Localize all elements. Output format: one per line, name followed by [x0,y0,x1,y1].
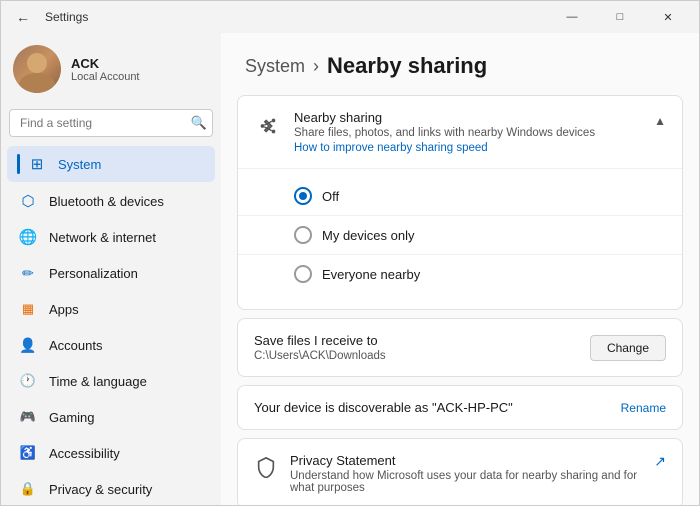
sidebar-item-accessibility[interactable]: ♿ Accessibility [7,436,215,470]
external-link-icon[interactable]: ↗ [654,453,666,470]
sidebar-item-system[interactable]: ⊞ System [7,146,215,182]
privacy-icon: 🔒 [19,480,37,498]
user-type: Local Account [71,71,209,83]
avatar-image [13,45,61,93]
window-title: Settings [45,10,88,24]
sidebar-item-accounts[interactable]: 👤 Accounts [7,328,215,362]
sidebar-item-network[interactable]: 🌐 Network & internet [7,220,215,254]
title-bar-left: ← Settings [9,3,549,31]
personalization-label: Personalization [49,266,138,281]
maximize-button[interactable]: □ [597,1,643,33]
radio-everyone-circle[interactable] [294,265,312,283]
nearby-sharing-link[interactable]: How to improve nearby sharing speed [294,142,488,154]
sidebar: ACK Local Account 🔍 ⊞ System ⬡ Bluetooth… [1,33,221,505]
sidebar-item-time[interactable]: 🕐 Time & language [7,364,215,398]
gaming-label: Gaming [49,410,95,425]
change-button[interactable]: Change [590,335,666,361]
active-indicator [17,154,20,174]
privacy-info: Privacy Statement Understand how Microso… [290,453,642,494]
accounts-label: Accounts [49,338,102,353]
system-icon: ⊞ [28,155,46,173]
breadcrumb-separator: › [313,56,319,77]
radio-everyone-label: Everyone nearby [322,267,420,282]
nearby-sharing-desc: Share files, photos, and links with near… [294,127,642,139]
nearby-sharing-info: Nearby sharing Share files, photos, and … [294,110,642,154]
radio-my-devices-circle[interactable] [294,226,312,244]
settings-window: ← Settings — □ ✕ ACK Local Account [0,0,700,506]
page-header: System › Nearby sharing [221,33,699,95]
system-label: System [58,157,101,172]
radio-everyone[interactable]: Everyone nearby [294,255,666,293]
radio-off-label: Off [322,189,339,204]
radio-off-inner [299,192,307,200]
sidebar-item-apps[interactable]: ▦ Apps [7,292,215,326]
time-label: Time & language [49,374,147,389]
privacy-title: Privacy Statement [290,453,642,468]
title-bar: ← Settings — □ ✕ [1,1,699,33]
nearby-sharing-options: Off My devices only Everyone nearby [238,168,682,309]
content-area: ACK Local Account 🔍 ⊞ System ⬡ Bluetooth… [1,33,699,505]
nearby-sharing-header[interactable]: Nearby sharing Share files, photos, and … [238,96,682,168]
shield-icon [254,455,278,479]
save-files-title: Save files I receive to [254,333,386,348]
sidebar-item-personalization[interactable]: ✏ Personalization [7,256,215,290]
time-icon: 🕐 [19,372,37,390]
radio-my-devices-label: My devices only [322,228,414,243]
privacy-label: Privacy & security [49,482,152,497]
save-files-path: C:\Users\ACK\Downloads [254,350,386,362]
minimize-button[interactable]: — [549,1,595,33]
user-name: ACK [71,56,209,71]
accessibility-icon: ♿ [19,444,37,462]
personalization-icon: ✏ [19,264,37,282]
window-controls: — □ ✕ [549,1,691,33]
accessibility-label: Accessibility [49,446,120,461]
rename-button[interactable]: Rename [621,401,666,415]
sidebar-item-bluetooth[interactable]: ⬡ Bluetooth & devices [7,184,215,218]
main-body: Nearby sharing Share files, photos, and … [221,95,699,505]
user-info: ACK Local Account [71,56,209,83]
save-files-info: Save files I receive to C:\Users\ACK\Dow… [254,333,386,362]
avatar [13,45,61,93]
apps-icon: ▦ [19,300,37,318]
nearby-sharing-icon [254,112,282,140]
bluetooth-label: Bluetooth & devices [49,194,164,209]
search-box: 🔍 [9,109,213,137]
sidebar-item-gaming[interactable]: 🎮 Gaming [7,400,215,434]
user-section[interactable]: ACK Local Account [1,33,221,105]
network-label: Network & internet [49,230,156,245]
discoverable-text: Your device is discoverable as "ACK-HP-P… [254,400,513,415]
bluetooth-icon: ⬡ [19,192,37,210]
network-icon: 🌐 [19,228,37,246]
nearby-sharing-card: Nearby sharing Share files, photos, and … [237,95,683,310]
main-content: System › Nearby sharing [221,33,699,505]
search-button[interactable]: 🔍 [191,115,207,131]
radio-off[interactable]: Off [294,177,666,215]
back-button[interactable]: ← [9,3,37,31]
search-input[interactable] [9,109,213,137]
radio-off-circle[interactable] [294,187,312,205]
nearby-sharing-title: Nearby sharing [294,110,642,125]
breadcrumb: System [245,56,305,77]
privacy-card: Privacy Statement Understand how Microso… [237,438,683,505]
sidebar-item-privacy[interactable]: 🔒 Privacy & security [7,472,215,505]
accounts-icon: 👤 [19,336,37,354]
chevron-up-icon: ▲ [654,110,666,128]
close-button[interactable]: ✕ [645,1,691,33]
apps-label: Apps [49,302,79,317]
gaming-icon: 🎮 [19,408,37,426]
page-title: Nearby sharing [327,53,487,79]
radio-my-devices[interactable]: My devices only [294,216,666,254]
save-files-card: Save files I receive to C:\Users\ACK\Dow… [237,318,683,377]
discoverable-card: Your device is discoverable as "ACK-HP-P… [237,385,683,430]
privacy-desc: Understand how Microsoft uses your data … [290,470,642,494]
